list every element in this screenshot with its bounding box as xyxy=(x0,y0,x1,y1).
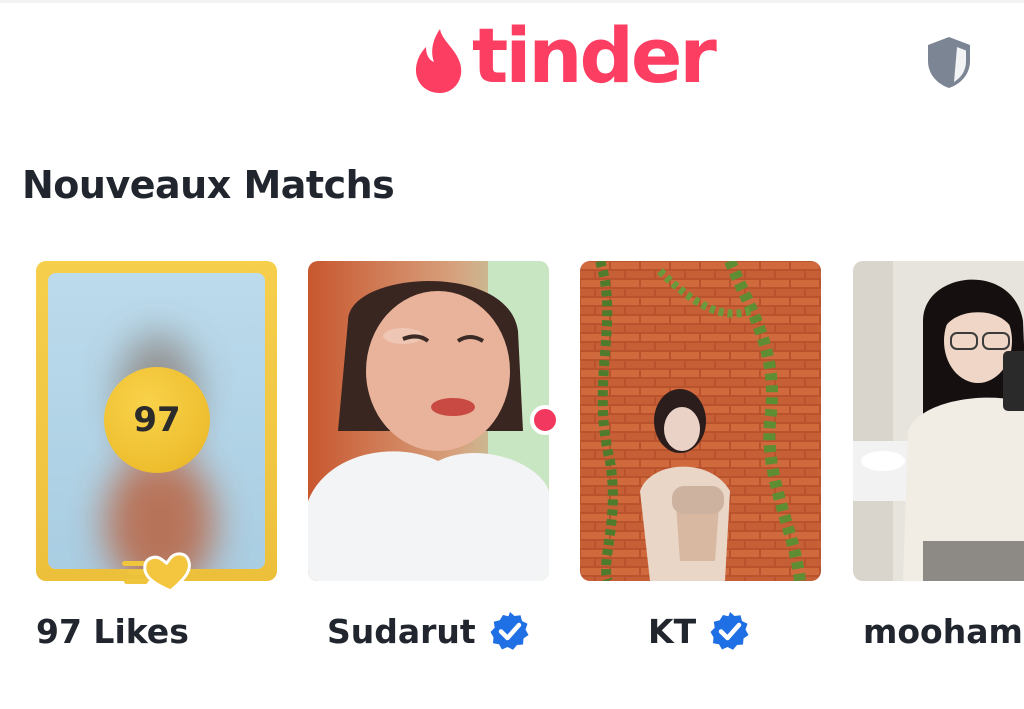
match-name-row: Sudarut xyxy=(327,608,530,654)
safety-toolkit-button[interactable] xyxy=(920,33,978,91)
tinder-logo: tinder xyxy=(412,18,717,98)
likes-label: 97 Likes xyxy=(36,611,189,651)
verified-badge-icon xyxy=(490,612,529,650)
profile-photo xyxy=(308,261,549,581)
likes-count-badge: 97 xyxy=(104,367,210,473)
section-title: Nouveaux Matchs xyxy=(22,163,395,207)
match-name-row: mooham xyxy=(863,608,1023,654)
likes-card[interactable]: 97 xyxy=(36,261,277,593)
match-card-mooham[interactable] xyxy=(853,261,1024,581)
match-card-sudarut[interactable] xyxy=(308,261,549,581)
flame-icon xyxy=(415,29,462,93)
match-name: Sudarut xyxy=(327,611,476,651)
new-match-dot xyxy=(530,405,560,435)
profile-photo xyxy=(580,261,821,581)
match-name: mooham xyxy=(863,611,1023,651)
logo-wordmark: tinder xyxy=(472,11,717,100)
match-name: KT xyxy=(648,611,697,651)
tinder-matches-screen: tinder Nouveaux Matchs 97 97 Likes Sudar… xyxy=(0,0,1024,709)
verified-badge-icon xyxy=(710,612,749,650)
gold-heart-icon xyxy=(118,549,198,593)
match-name-row: KT xyxy=(648,608,750,654)
match-card-kt[interactable] xyxy=(580,261,821,581)
shield-icon xyxy=(928,37,970,88)
profile-photo xyxy=(853,261,1024,581)
status-bar-edge xyxy=(0,0,1024,3)
